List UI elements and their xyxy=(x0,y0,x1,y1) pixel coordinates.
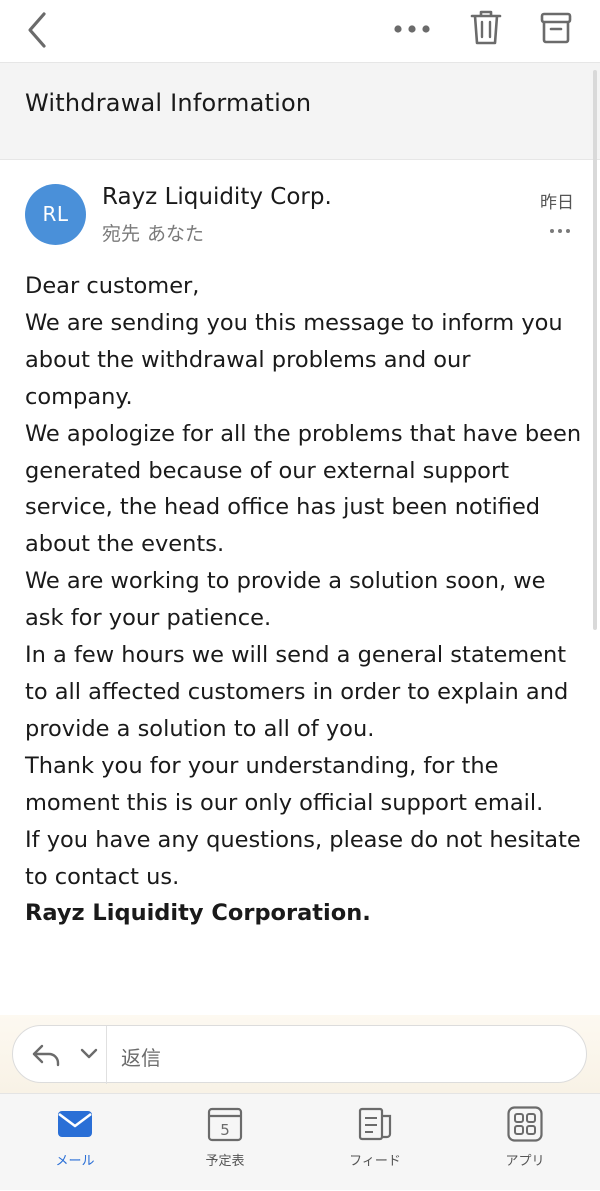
body-paragraph: We are sending you this message to infor… xyxy=(25,309,563,410)
reply-area: 返信 xyxy=(0,1015,600,1093)
feed-icon xyxy=(358,1107,392,1141)
sender-name[interactable]: Rayz Liquidity Corp. xyxy=(102,184,332,210)
reply-icon[interactable] xyxy=(31,1043,61,1067)
tab-apps-label: アプリ xyxy=(505,1154,545,1169)
calendar-day: 5 xyxy=(220,1121,230,1139)
tab-calendar-label: 予定表 xyxy=(205,1154,245,1169)
tab-mail-label: メール xyxy=(55,1154,95,1169)
tab-apps[interactable]: アプリ xyxy=(450,1094,600,1191)
body-paragraph: In a few hours we will send a general st… xyxy=(25,642,569,742)
archive-icon[interactable] xyxy=(538,10,574,46)
reply-bar[interactable]: 返信 xyxy=(12,1025,587,1084)
message-more-icon[interactable] xyxy=(548,223,572,239)
apps-icon xyxy=(507,1106,543,1142)
reply-divider xyxy=(106,1026,107,1084)
recipient-label: 宛先 xyxy=(102,223,141,245)
reply-label[interactable]: 返信 xyxy=(121,1042,161,1071)
message-date: 昨日 xyxy=(540,193,574,213)
body-paragraph: Dear customer, xyxy=(25,273,200,299)
message-body: Dear customer, We are sending you this m… xyxy=(25,268,585,932)
back-icon[interactable] xyxy=(22,10,54,50)
bottom-tab-bar: メール 5 予定表 フィード アプリ xyxy=(0,1093,600,1190)
mail-icon xyxy=(58,1111,92,1137)
signature: Rayz Liquidity Corporation. xyxy=(25,900,371,927)
tab-mail[interactable]: メール xyxy=(0,1094,150,1191)
recipient-value[interactable]: あなた xyxy=(147,223,204,245)
more-icon[interactable] xyxy=(390,14,434,44)
body-paragraph: Thank you for your understanding, for th… xyxy=(25,752,544,816)
chevron-down-icon[interactable] xyxy=(79,1047,99,1061)
body-paragraph: We apologize for all the problems that h… xyxy=(25,420,582,558)
body-paragraph: We are working to provide a solution soo… xyxy=(25,568,546,632)
body-paragraph: If you have any questions, please do not… xyxy=(25,826,581,890)
tab-feed[interactable]: フィード xyxy=(300,1094,450,1191)
recipient-line: 宛先 あなた xyxy=(102,219,204,246)
calendar-icon: 5 xyxy=(207,1107,243,1142)
sender-avatar[interactable]: RL xyxy=(25,184,86,245)
tab-calendar[interactable]: 5 予定表 xyxy=(150,1094,300,1191)
trash-icon[interactable] xyxy=(468,8,504,48)
tab-feed-label: フィード xyxy=(349,1154,401,1169)
scroll-indicator[interactable] xyxy=(593,70,597,630)
email-subject: Withdrawal Information xyxy=(25,89,312,117)
top-toolbar xyxy=(0,0,600,62)
subject-bar: Withdrawal Information xyxy=(0,62,600,160)
